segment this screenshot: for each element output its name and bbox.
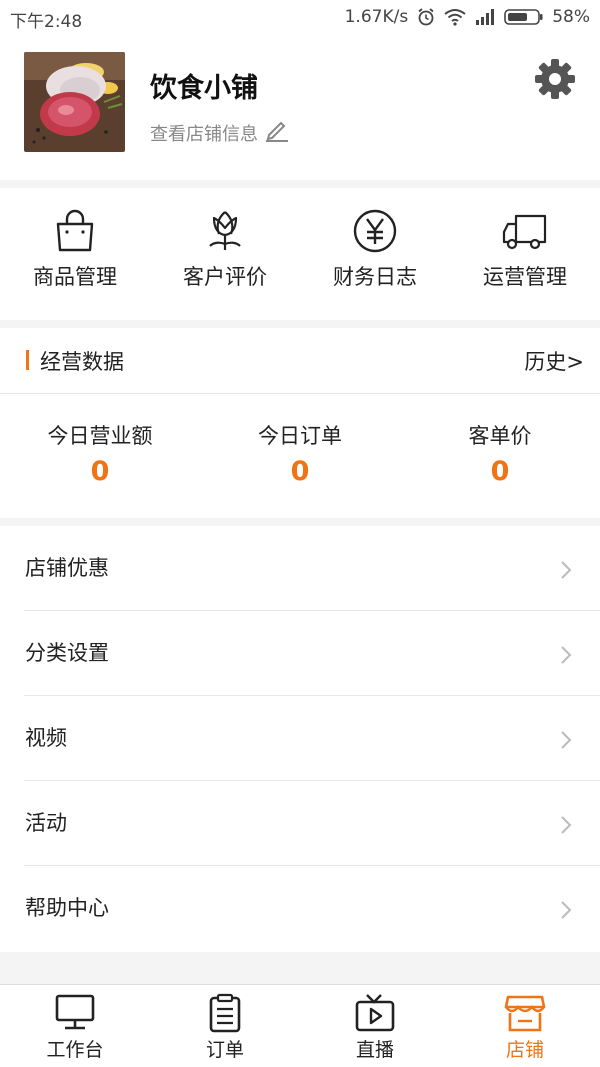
shop-name: 饮食小铺 — [150, 73, 258, 104]
accent-bar — [26, 350, 29, 370]
menu-item-label: 帮助中心 — [25, 896, 109, 920]
quick-item-product-management[interactable]: 商品管理 — [0, 188, 150, 320]
tab-orders[interactable]: 订单 — [150, 985, 300, 1067]
shopping-bag-icon — [52, 208, 98, 254]
truck-icon — [502, 208, 548, 254]
stat-label: 客单价 — [468, 424, 532, 448]
monitor-icon — [54, 993, 96, 1033]
menu-item-label: 视频 — [25, 726, 67, 750]
shop-avatar[interactable] — [24, 52, 125, 152]
quick-item-customer-reviews[interactable]: 客户评价 — [150, 188, 300, 320]
tab-workbench[interactable]: 工作台 — [0, 985, 150, 1067]
stat-value: 0 — [90, 456, 110, 487]
shop-header: 饮食小铺 查看店铺信息 — [0, 36, 600, 180]
stat-label: 今日订单 — [258, 424, 342, 448]
chevron-right-icon — [561, 901, 572, 919]
tab-live[interactable]: 直播 — [300, 985, 450, 1067]
menu-item-label: 分类设置 — [25, 641, 109, 665]
bottom-tab-bar: 工作台 订单 直播 店铺 — [0, 984, 600, 1067]
chevron-right-icon — [561, 731, 572, 749]
menu-item-activity[interactable]: 活动 — [0, 781, 600, 866]
battery-icon — [504, 8, 544, 26]
chevron-right-icon — [561, 646, 572, 664]
menu-item-label: 店铺优惠 — [25, 556, 109, 580]
quick-item-label: 客户评价 — [183, 265, 267, 289]
status-time: 下午2:48 — [10, 12, 83, 32]
menu-item-help-center[interactable]: 帮助中心 — [0, 866, 600, 951]
chevron-right-icon — [561, 561, 572, 579]
tab-label: 直播 — [355, 1039, 394, 1061]
signal-icon — [474, 8, 496, 26]
quick-item-finance-log[interactable]: 财务日志 — [300, 188, 450, 320]
tab-label: 工作台 — [46, 1039, 104, 1061]
settings-gear-icon[interactable] — [534, 58, 576, 100]
store-icon — [504, 993, 546, 1033]
shop-info-link[interactable]: 查看店铺信息 — [150, 118, 290, 147]
status-bar: 下午2:48 1.67K/s 58% — [0, 0, 600, 36]
stat-value: 0 — [290, 456, 310, 487]
alarm-icon — [416, 7, 436, 27]
menu-item-video[interactable]: 视频 — [0, 696, 600, 781]
tab-store[interactable]: 店铺 — [450, 985, 600, 1067]
shop-info-label: 查看店铺信息 — [150, 123, 258, 145]
wifi-icon — [444, 8, 466, 26]
business-data-card: 经营数据 历史> 今日营业额 0 今日订单 0 客单价 0 — [0, 328, 600, 518]
quick-actions: 商品管理 客户评价 财务日志 运营管理 — [0, 188, 600, 320]
business-data-title: 经营数据 — [40, 350, 124, 374]
battery-percent: 58% — [552, 7, 590, 27]
stat-value: 0 — [490, 456, 510, 487]
settings-menu: 店铺优惠 分类设置 视频 活动 帮助中心 — [0, 526, 600, 952]
menu-item-label: 活动 — [25, 811, 67, 835]
flower-icon — [202, 208, 248, 254]
history-link[interactable]: 历史> — [524, 346, 584, 376]
quick-item-operations[interactable]: 运营管理 — [450, 188, 600, 320]
chevron-right-icon — [561, 816, 572, 834]
quick-item-label: 商品管理 — [33, 265, 117, 289]
yen-icon — [352, 208, 398, 254]
clipboard-icon — [204, 993, 246, 1033]
quick-item-label: 财务日志 — [333, 265, 417, 289]
stat-today-orders: 今日订单 0 — [200, 420, 400, 487]
net-speed: 1.67K/s — [344, 7, 409, 27]
stat-today-revenue: 今日营业额 0 — [0, 420, 200, 487]
business-data-header: 经营数据 历史> — [0, 328, 600, 394]
quick-item-label: 运营管理 — [483, 265, 567, 289]
tab-label: 订单 — [205, 1039, 244, 1061]
stat-avg-order-price: 客单价 0 — [400, 420, 600, 487]
menu-item-store-promotions[interactable]: 店铺优惠 — [0, 526, 600, 611]
tv-play-icon — [354, 993, 396, 1033]
edit-pencil-icon — [264, 118, 290, 147]
menu-item-category-settings[interactable]: 分类设置 — [0, 611, 600, 696]
tab-label: 店铺 — [505, 1039, 544, 1061]
stat-label: 今日营业额 — [47, 424, 153, 448]
